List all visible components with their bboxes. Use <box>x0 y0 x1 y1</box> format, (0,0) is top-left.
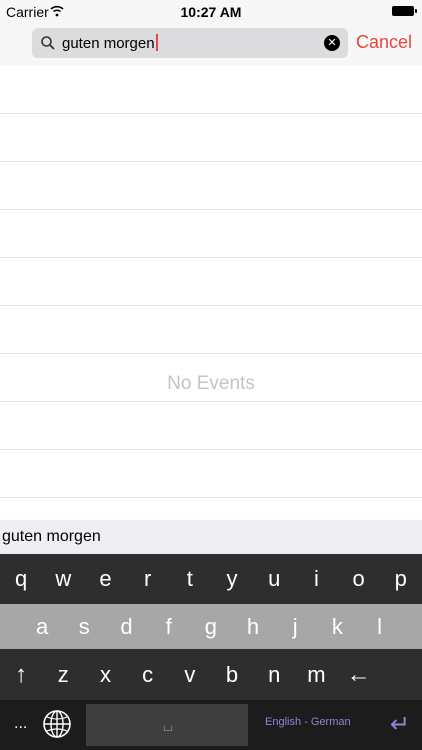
list-row <box>0 66 422 114</box>
key-j[interactable]: j <box>274 614 316 640</box>
events-list: No Events <box>0 66 422 520</box>
key-z[interactable]: z <box>42 662 84 688</box>
language-label[interactable]: English - German <box>265 716 351 728</box>
cancel-button[interactable]: Cancel <box>356 32 412 53</box>
key-q[interactable]: q <box>0 566 42 592</box>
status-bar: Carrier 10:27 AM <box>0 0 422 22</box>
empty-state-label: No Events <box>167 373 255 394</box>
key-m[interactable]: m <box>295 662 337 688</box>
backspace-key-icon[interactable]: ← <box>338 661 380 689</box>
globe-icon[interactable] <box>42 709 72 739</box>
list-row <box>0 114 422 162</box>
key-w[interactable]: w <box>42 566 84 592</box>
list-row <box>0 402 422 450</box>
return-key-icon[interactable]: ↵ <box>390 710 410 739</box>
key-u[interactable]: u <box>253 566 295 592</box>
clock-label: 10:27 AM <box>180 4 242 20</box>
key-t[interactable]: t <box>169 566 211 592</box>
key-g[interactable]: g <box>190 614 232 640</box>
key-f[interactable]: f <box>148 614 190 640</box>
key-l[interactable]: l <box>359 614 401 640</box>
more-key[interactable]: ... <box>14 715 27 733</box>
keyboard-row-1: q w e r t y u i o p <box>0 554 422 604</box>
key-i[interactable]: i <box>295 566 337 592</box>
space-icon <box>164 726 172 731</box>
key-v[interactable]: v <box>169 662 211 688</box>
clear-icon[interactable]: ✕ <box>324 35 340 51</box>
key-x[interactable]: x <box>84 662 126 688</box>
list-row <box>0 450 422 498</box>
keyboard-row-4: ... English - German ↵ <box>0 700 422 750</box>
search-bar: guten morgen ✕ Cancel <box>0 22 422 66</box>
battery-icon <box>392 6 417 16</box>
suggestion-text: guten morgen <box>2 528 101 545</box>
search-input[interactable]: guten morgen <box>62 34 158 52</box>
key-b[interactable]: b <box>211 662 253 688</box>
key-y[interactable]: y <box>211 566 253 592</box>
search-icon <box>41 36 55 50</box>
key-p[interactable]: p <box>380 566 422 592</box>
key-a[interactable]: a <box>21 614 63 640</box>
key-o[interactable]: o <box>338 566 380 592</box>
list-row <box>0 162 422 210</box>
search-query: guten morgen <box>62 35 155 52</box>
list-row <box>0 258 422 306</box>
key-c[interactable]: c <box>127 662 169 688</box>
list-row <box>0 210 422 258</box>
shift-key-icon[interactable]: ↑ <box>0 661 42 689</box>
key-e[interactable]: e <box>84 566 126 592</box>
key-r[interactable]: r <box>127 566 169 592</box>
list-row <box>0 306 422 354</box>
key-s[interactable]: s <box>63 614 105 640</box>
keyboard-row-2: a s d f g h j k l <box>0 604 422 649</box>
key-k[interactable]: k <box>316 614 358 640</box>
space-bar[interactable] <box>86 704 248 746</box>
key-h[interactable]: h <box>232 614 274 640</box>
search-field[interactable]: guten morgen ✕ <box>32 28 348 58</box>
autocomplete-suggestion[interactable]: guten morgen <box>0 520 422 554</box>
keyboard-row-3: ↑ z x c v b n m ← <box>0 649 422 700</box>
key-d[interactable]: d <box>105 614 147 640</box>
key-n[interactable]: n <box>253 662 295 688</box>
text-caret <box>155 34 158 51</box>
keyboard: q w e r t y u i o p a s d f g h j k l ↑ … <box>0 554 422 750</box>
